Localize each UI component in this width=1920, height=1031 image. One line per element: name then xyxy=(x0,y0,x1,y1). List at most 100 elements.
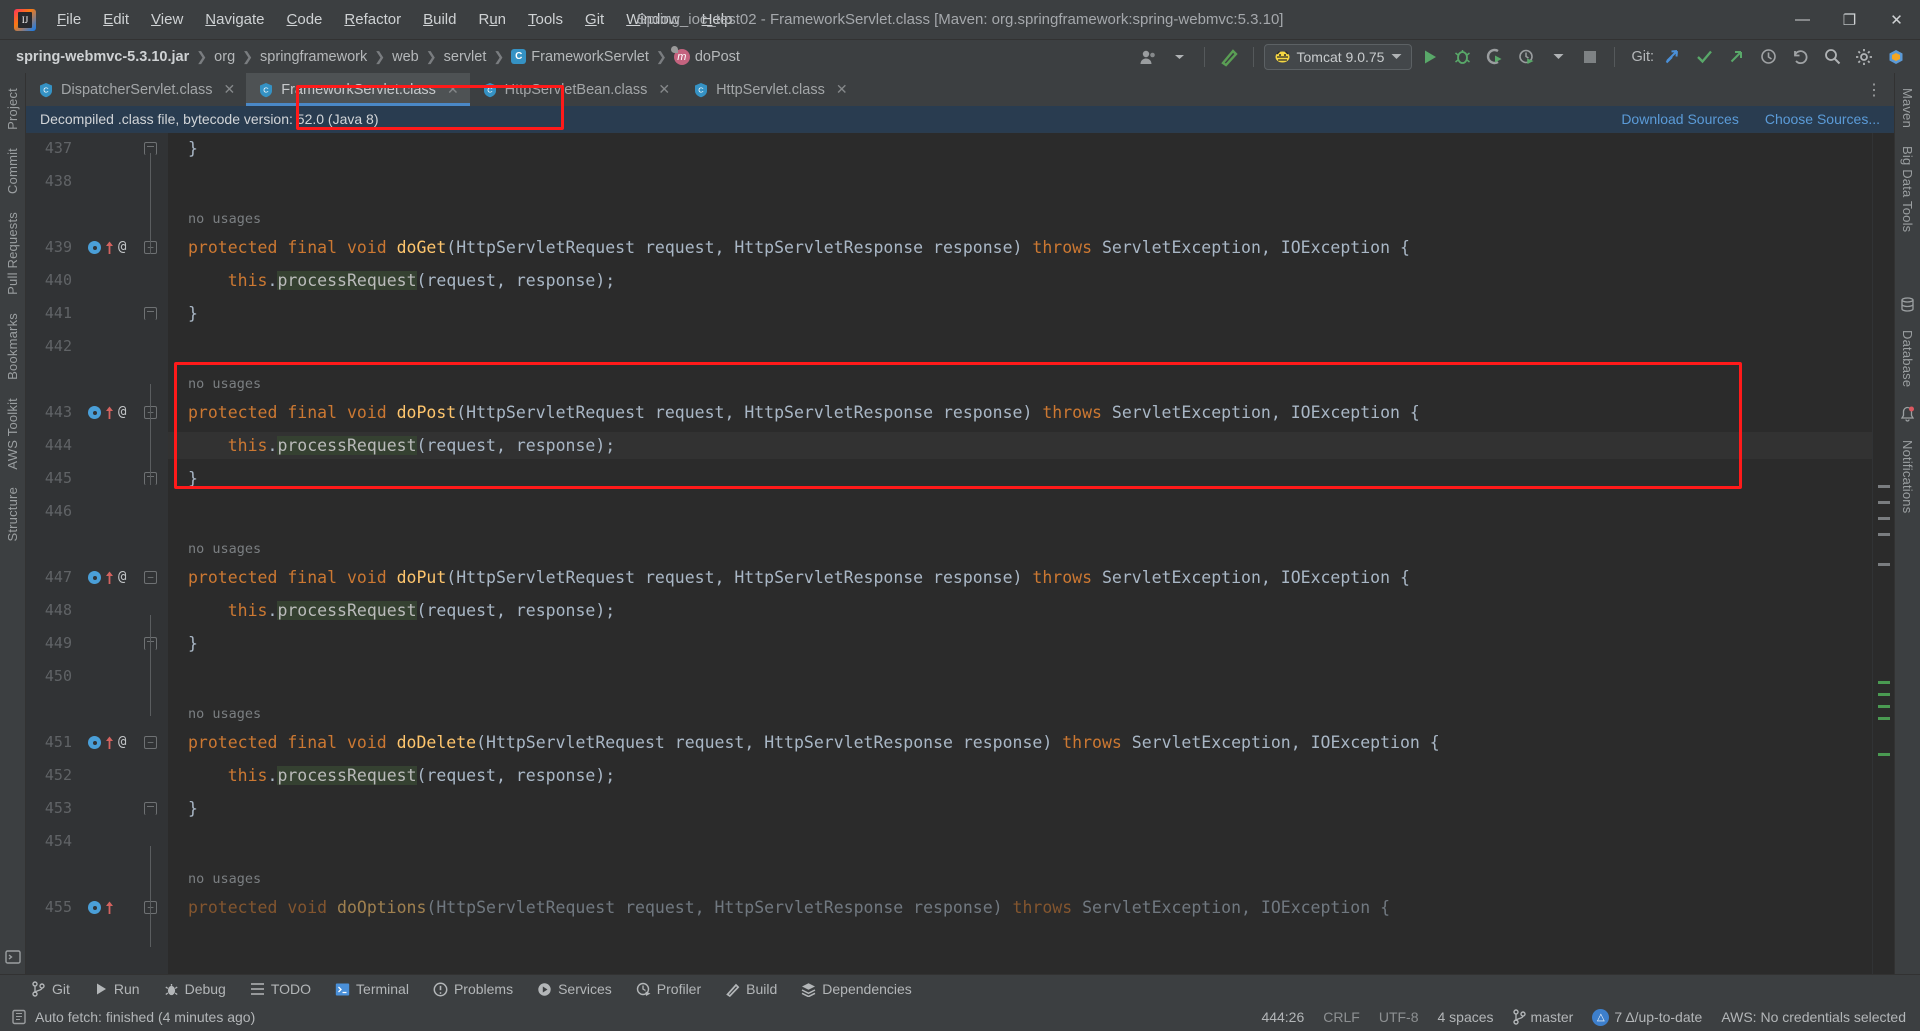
code-line[interactable]: this.processRequest(request, response); xyxy=(188,601,615,621)
tool-window-project[interactable]: Project xyxy=(1,79,24,139)
run-button[interactable] xyxy=(1416,44,1444,70)
editor-marker-tick[interactable] xyxy=(1878,533,1890,536)
bottom-tool-problems[interactable]: Problems xyxy=(433,981,513,997)
menu-refactor[interactable]: Refactor xyxy=(333,7,412,32)
gutter-icons[interactable]: @ xyxy=(88,735,126,749)
code-line[interactable]: protected final void doPut(HttpServletRe… xyxy=(188,568,1410,588)
menu-file[interactable]: File xyxy=(46,7,92,32)
breadcrumb-item-springframework[interactable]: springframework xyxy=(260,49,367,65)
tool-window-pull-requests[interactable]: Pull Requests xyxy=(1,203,24,304)
minimize-button[interactable]: — xyxy=(1779,0,1826,39)
editor-marker-tick[interactable] xyxy=(1878,517,1890,520)
file-encoding[interactable]: UTF-8 xyxy=(1379,1009,1419,1025)
user-avatar-icon[interactable] xyxy=(1134,44,1162,70)
breadcrumb-item-frameworkservlet[interactable]: C FrameworkServlet xyxy=(511,49,649,65)
aws-credentials-widget[interactable]: AWS: No credentials selected xyxy=(1721,1009,1906,1025)
menu-navigate[interactable]: Navigate xyxy=(194,7,275,32)
git-branch-widget[interactable]: master xyxy=(1512,1009,1573,1025)
editor-tab-httpservletbean-class[interactable]: C HttpServletBean.class ✕ xyxy=(469,73,682,106)
inlay-hint-usages[interactable]: no usages xyxy=(188,209,261,229)
tool-window-aws-toolkit[interactable]: AWS Toolkit xyxy=(1,389,24,479)
code-line[interactable]: protected final void doDelete(HttpServle… xyxy=(188,733,1440,753)
bottom-tool-todo[interactable]: TODO xyxy=(250,981,311,997)
git-update-icon[interactable] xyxy=(1658,44,1686,70)
close-button[interactable]: ✕ xyxy=(1873,0,1920,39)
editor-gutter[interactable]: 437438439@−440441442443@−444445446447@−4… xyxy=(26,133,168,974)
code-line[interactable]: protected void doOptions(HttpServletRequ… xyxy=(188,898,1390,918)
tool-window-notifications[interactable]: Notifications xyxy=(1896,431,1919,522)
menu-help[interactable]: Help xyxy=(691,7,744,32)
inlay-hint-usages[interactable]: no usages xyxy=(188,704,261,724)
up-arrow-icon[interactable] xyxy=(105,406,114,419)
editor-marker-tick[interactable] xyxy=(1878,485,1890,488)
chevron-down-icon[interactable] xyxy=(1391,53,1402,60)
close-icon[interactable]: ✕ xyxy=(836,81,848,98)
tool-window-big-data-tools[interactable]: Big Data Tools xyxy=(1896,137,1919,241)
code-line[interactable]: this.processRequest(request, response); xyxy=(188,766,615,786)
tool-window-bookmarks[interactable]: Bookmarks xyxy=(1,304,24,389)
menu-code[interactable]: Code xyxy=(276,7,334,32)
settings-gear-icon[interactable] xyxy=(1850,44,1878,70)
inlay-hint-usages[interactable]: no usages xyxy=(188,869,261,889)
menu-run[interactable]: Run xyxy=(467,7,517,32)
close-icon[interactable]: ✕ xyxy=(658,81,670,98)
editor-marker-tick[interactable] xyxy=(1878,705,1890,708)
code-line[interactable]: } xyxy=(188,799,198,819)
up-arrow-icon[interactable] xyxy=(105,736,114,749)
menu-tools[interactable]: Tools xyxy=(517,7,574,32)
bottom-tool-build[interactable]: Build xyxy=(725,981,777,997)
editor-marker-tick[interactable] xyxy=(1878,501,1890,504)
menu-view[interactable]: View xyxy=(140,7,194,32)
tool-window-commit[interactable]: Commit xyxy=(1,139,24,203)
run-configuration-selector[interactable]: Tomcat 9.0.75 xyxy=(1263,43,1413,70)
git-commit-check-icon[interactable] xyxy=(1690,44,1718,70)
editor-marker-bar[interactable] xyxy=(1872,133,1894,974)
gutter-icons[interactable]: @ xyxy=(88,570,126,584)
code-line[interactable]: } xyxy=(188,139,198,159)
rollback-icon[interactable] xyxy=(1786,44,1814,70)
code-fold-marker[interactable]: − xyxy=(144,736,157,749)
editor-marker-tick[interactable] xyxy=(1878,681,1890,684)
bottom-tool-services[interactable]: Services xyxy=(537,981,612,997)
tool-window-structure[interactable]: Structure xyxy=(1,478,24,551)
override-icon[interactable] xyxy=(88,901,101,914)
choose-sources-link[interactable]: Choose Sources... xyxy=(1765,111,1880,127)
close-icon[interactable]: ✕ xyxy=(447,81,459,98)
editor-marker-tick[interactable] xyxy=(1878,693,1890,696)
bottom-tool-debug[interactable]: Debug xyxy=(164,981,226,997)
notifications-bell-icon[interactable] xyxy=(1898,404,1918,424)
breadcrumb-item-servlet[interactable]: servlet xyxy=(444,49,487,65)
caret-position[interactable]: 444:26 xyxy=(1261,1009,1304,1025)
editor-tab-dispatcherservlet-class[interactable]: C DispatcherServlet.class ✕ xyxy=(26,73,247,106)
editor-tab-httpservlet-class[interactable]: C HttpServlet.class ✕ xyxy=(681,73,859,106)
code-line[interactable]: protected final void doPost(HttpServletR… xyxy=(188,403,1420,423)
editor-marker-tick[interactable] xyxy=(1878,563,1890,566)
code-line[interactable]: } xyxy=(188,469,198,489)
search-icon[interactable] xyxy=(1818,44,1846,70)
chevron-down-icon[interactable] xyxy=(1544,44,1572,70)
run-with-coverage-button[interactable] xyxy=(1480,44,1508,70)
editor-tab-frameworkservlet-class[interactable]: C FrameworkServlet.class ✕ xyxy=(246,73,471,106)
code-line[interactable]: this.processRequest(request, response); xyxy=(188,271,615,291)
gutter-icons[interactable]: @ xyxy=(88,405,126,419)
build-hammer-icon[interactable] xyxy=(1215,44,1243,70)
at-icon[interactable]: @ xyxy=(118,570,126,584)
indent-setting[interactable]: 4 spaces xyxy=(1438,1009,1494,1025)
download-sources-link[interactable]: Download Sources xyxy=(1621,111,1739,127)
profiler-button[interactable] xyxy=(1512,44,1540,70)
menu-git[interactable]: Git xyxy=(574,7,615,32)
tab-overflow-menu[interactable]: ⋮ xyxy=(1854,73,1894,106)
override-icon[interactable] xyxy=(88,571,101,584)
debug-button[interactable] xyxy=(1448,44,1476,70)
history-icon[interactable] xyxy=(1754,44,1782,70)
gutter-icons[interactable]: @ xyxy=(88,240,126,254)
menu-edit[interactable]: Edit xyxy=(92,7,140,32)
notification-icon[interactable] xyxy=(12,1009,27,1025)
code-fold-marker[interactable] xyxy=(144,802,157,815)
code-editor[interactable]: 437438439@−440441442443@−444445446447@−4… xyxy=(26,133,1894,974)
at-icon[interactable]: @ xyxy=(118,240,126,254)
override-icon[interactable] xyxy=(88,406,101,419)
up-arrow-icon[interactable] xyxy=(105,901,114,914)
editor-marker-tick[interactable] xyxy=(1878,717,1890,720)
editor-marker-tick[interactable] xyxy=(1878,753,1890,756)
